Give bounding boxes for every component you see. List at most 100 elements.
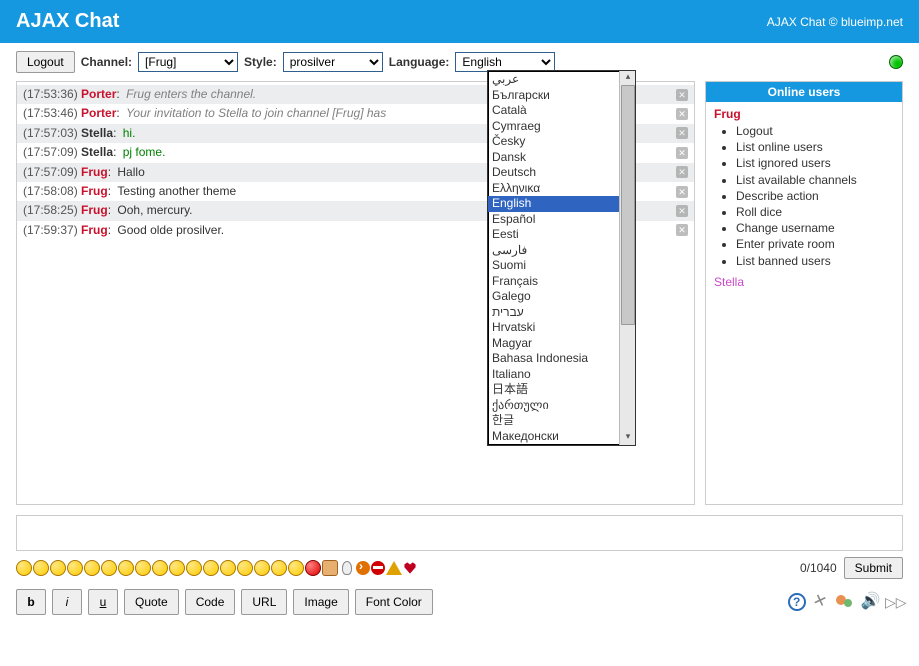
emoticon-question-icon[interactable] <box>386 561 402 575</box>
code-button[interactable]: Code <box>185 589 236 615</box>
emoticon-twisted-icon[interactable] <box>254 560 270 576</box>
emoticon-neutral-icon[interactable] <box>33 560 49 576</box>
msg-user[interactable]: Porter <box>81 87 116 101</box>
bold-button[interactable]: b <box>16 589 46 615</box>
quote-button[interactable]: Quote <box>124 589 179 615</box>
online-user-stella[interactable]: Stella <box>714 275 894 289</box>
user-menu-item[interactable]: Roll dice <box>736 204 894 220</box>
language-option[interactable]: Magyar <box>488 336 619 352</box>
emoticon-surprised-icon[interactable] <box>84 560 100 576</box>
msg-user[interactable]: Frug <box>81 165 108 179</box>
user-menu-item[interactable]: List ignored users <box>736 155 894 171</box>
status-indicator-icon[interactable] <box>889 55 903 69</box>
language-option[interactable]: עברית <box>488 305 619 321</box>
emoticon-roll-icon[interactable] <box>271 560 287 576</box>
emoticon-smile-icon[interactable] <box>16 560 32 576</box>
language-option[interactable]: 한글 <box>488 413 619 429</box>
msg-user[interactable]: Frug <box>81 203 108 217</box>
emoticon-grin-icon[interactable] <box>67 560 83 576</box>
emoticon-confused-icon[interactable] <box>118 560 134 576</box>
audio-icon[interactable]: 🔊 <box>861 593 879 611</box>
style-select[interactable]: prosilver <box>283 52 383 72</box>
message-input[interactable] <box>17 516 902 550</box>
language-option[interactable]: Italiano <box>488 367 619 383</box>
msg-user[interactable]: Frug <box>81 184 108 198</box>
language-option[interactable]: Français <box>488 274 619 290</box>
emoticon-punch-icon[interactable] <box>322 560 338 576</box>
emoticon-razz-icon[interactable] <box>186 560 202 576</box>
dropdown-scrollbar[interactable]: ▴ ▾ <box>619 71 635 445</box>
underline-button[interactable]: u <box>88 589 118 615</box>
msg-user[interactable]: Frug <box>81 223 108 237</box>
url-button[interactable]: URL <box>241 589 287 615</box>
delete-message-icon[interactable]: ✕ <box>676 186 688 198</box>
language-option[interactable]: Български <box>488 88 619 104</box>
user-menu-item[interactable]: List available channels <box>736 172 894 188</box>
delete-message-icon[interactable]: ✕ <box>676 108 688 120</box>
language-option[interactable]: English <box>488 196 619 212</box>
emoticon-sad-icon[interactable] <box>50 560 66 576</box>
language-dropdown[interactable]: عربيБългарскиCatalàCymraegČeskyDanskDeut… <box>487 70 636 446</box>
user-menu-item[interactable]: Enter private room <box>736 236 894 252</box>
user-menu-item[interactable]: Change username <box>736 220 894 236</box>
language-option[interactable]: Eesti <box>488 227 619 243</box>
emoticon-idea-icon[interactable] <box>342 561 352 575</box>
scroll-up-icon[interactable]: ▴ <box>620 71 636 85</box>
language-option[interactable]: Suomi <box>488 258 619 274</box>
user-menu-item[interactable]: Logout <box>736 123 894 139</box>
emoticon-lol-icon[interactable] <box>152 560 168 576</box>
autoscroll-icon[interactable]: ▷▷ <box>885 593 903 611</box>
emoticon-wink-icon[interactable] <box>288 560 304 576</box>
language-option[interactable]: Bahasa Indonesia <box>488 351 619 367</box>
user-menu-item[interactable]: List online users <box>736 139 894 155</box>
delete-message-icon[interactable]: ✕ <box>676 224 688 236</box>
scroll-down-icon[interactable]: ▾ <box>620 431 636 445</box>
emoticon-cry-icon[interactable] <box>220 560 236 576</box>
emoticon-oops-icon[interactable] <box>203 560 219 576</box>
online-user-frug[interactable]: Frug <box>714 107 894 121</box>
settings-icon[interactable] <box>812 593 830 611</box>
emoticon-heart-icon[interactable] <box>403 561 417 575</box>
language-option[interactable]: 日本語 <box>488 382 619 398</box>
language-option[interactable]: Dansk <box>488 150 619 166</box>
credit-link[interactable]: AJAX Chat © blueimp.net <box>767 15 903 29</box>
language-option[interactable]: Česky <box>488 134 619 150</box>
image-button[interactable]: Image <box>293 589 348 615</box>
emoticon-arrow-icon[interactable] <box>356 561 370 575</box>
language-option[interactable]: Galego <box>488 289 619 305</box>
msg-user[interactable]: Porter <box>81 106 116 120</box>
language-option[interactable]: Català <box>488 103 619 119</box>
emoticon-shocked-icon[interactable] <box>101 560 117 576</box>
language-option[interactable]: فارسی <box>488 243 619 259</box>
delete-message-icon[interactable]: ✕ <box>676 205 688 217</box>
channel-select[interactable]: [Frug] <box>138 52 238 72</box>
submit-button[interactable]: Submit <box>844 557 903 579</box>
emoticon-evil-icon[interactable] <box>237 560 253 576</box>
emoticon-cool-icon[interactable] <box>135 560 151 576</box>
delete-message-icon[interactable]: ✕ <box>676 89 688 101</box>
delete-message-icon[interactable]: ✕ <box>676 147 688 159</box>
logout-button[interactable]: Logout <box>16 51 75 73</box>
user-menu-item[interactable]: List banned users <box>736 253 894 269</box>
scroll-thumb[interactable] <box>621 85 635 325</box>
language-option[interactable]: ქართული <box>488 398 619 414</box>
language-option[interactable]: Cymraeg <box>488 119 619 135</box>
language-option[interactable]: Español <box>488 212 619 228</box>
language-option[interactable]: Deutsch <box>488 165 619 181</box>
emoticon-exclaim-icon[interactable] <box>371 561 385 575</box>
msg-user[interactable]: Stella <box>81 145 113 159</box>
language-option[interactable]: Hrvatski <box>488 320 619 336</box>
language-option[interactable]: Македонски <box>488 429 619 445</box>
delete-message-icon[interactable]: ✕ <box>676 127 688 139</box>
language-option[interactable]: عربي <box>488 72 619 88</box>
emoticon-mad-icon[interactable] <box>169 560 185 576</box>
users-icon[interactable] <box>836 593 854 611</box>
language-select[interactable]: English <box>455 52 555 72</box>
help-icon[interactable]: ? <box>788 593 806 611</box>
user-menu-item[interactable]: Describe action <box>736 188 894 204</box>
msg-user[interactable]: Stella <box>81 126 113 140</box>
fontcolor-button[interactable]: Font Color <box>355 589 433 615</box>
delete-message-icon[interactable]: ✕ <box>676 166 688 178</box>
language-option[interactable]: Ελληνικα <box>488 181 619 197</box>
emoticon-angry-icon[interactable] <box>305 560 321 576</box>
